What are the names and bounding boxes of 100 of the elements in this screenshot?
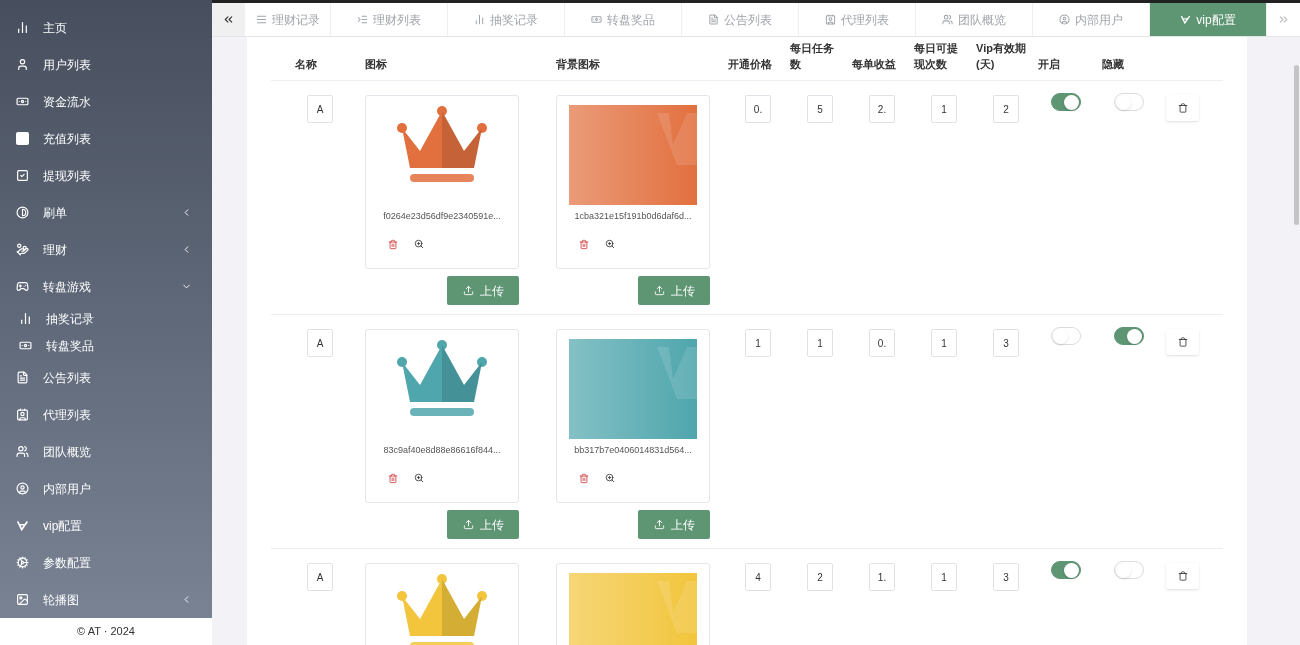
delete-button[interactable] xyxy=(1166,329,1199,355)
zoom-in-icon[interactable] xyxy=(414,238,424,249)
user-circle-icon xyxy=(16,482,29,495)
tab[interactable]: vip配置 xyxy=(1150,3,1267,36)
user-circle-icon xyxy=(1059,14,1070,25)
zoom-in-icon[interactable] xyxy=(605,238,615,249)
scroll-left-button[interactable] xyxy=(212,3,245,36)
bars-icon xyxy=(474,14,485,25)
sidebar-item[interactable]: 提现列表 xyxy=(0,157,212,194)
delete-button[interactable] xyxy=(1166,563,1199,589)
sidebar-item[interactable]: 主页 xyxy=(0,9,212,46)
input-field[interactable]: 0. xyxy=(745,95,771,123)
delete-icon[interactable] xyxy=(388,238,398,250)
input-field[interactable]: A xyxy=(307,563,333,591)
sidebar-item[interactable]: 转盘游戏 xyxy=(0,268,212,305)
column-header: Vip有效期(天) xyxy=(976,41,1026,72)
sidebar-item[interactable]: 抽奖记录 xyxy=(0,305,212,332)
upload-icon xyxy=(653,285,665,296)
upload-button[interactable]: 上传 xyxy=(447,510,519,539)
delete-icon[interactable] xyxy=(579,238,589,250)
banknote-icon xyxy=(19,339,32,352)
sidebar-item[interactable]: vip配置 xyxy=(0,507,212,544)
toggle-switch[interactable] xyxy=(1114,327,1144,345)
input-field[interactable]: 1 xyxy=(807,329,833,357)
user-icon xyxy=(16,58,29,71)
half-circle-icon xyxy=(16,206,29,219)
trash-icon xyxy=(1177,103,1188,113)
column-header: 背景图标 xyxy=(556,57,601,72)
sidebar-item[interactable]: 转盘奖品 xyxy=(0,332,212,359)
column-header: 图标 xyxy=(365,57,388,72)
contact-card-icon xyxy=(16,408,29,421)
input-field[interactable]: 1 xyxy=(931,563,957,591)
input-field[interactable]: 5 xyxy=(807,95,833,123)
toggle-switch[interactable] xyxy=(1051,561,1081,579)
v-icon xyxy=(1180,14,1192,25)
sidebar-item[interactable]: 刷单 xyxy=(0,194,212,231)
users-icon xyxy=(942,14,953,25)
delete-icon[interactable] xyxy=(388,472,398,484)
input-field[interactable]: 3 xyxy=(993,329,1019,357)
list-icon xyxy=(255,14,267,25)
delete-icon[interactable] xyxy=(579,472,589,484)
zoom-in-icon[interactable] xyxy=(605,472,615,483)
file-name: 1cba321e15f191b0d6daf6d... xyxy=(574,210,692,223)
file-name: 83c9af40e8d88e86616f844... xyxy=(383,444,501,457)
scrollbar-thumb[interactable] xyxy=(1293,65,1299,225)
input-field[interactable]: 2. xyxy=(869,95,895,123)
banknote-icon xyxy=(16,95,29,108)
sidebar-item[interactable]: 资金流水 xyxy=(0,83,212,120)
column-header: 每日任务数 xyxy=(790,41,835,72)
upload-button[interactable]: 上传 xyxy=(638,276,710,305)
toggle-switch[interactable] xyxy=(1051,93,1081,111)
v-icon xyxy=(16,519,29,532)
bar-chart-icon xyxy=(16,21,29,34)
copyright-text: © AT · 2024 xyxy=(77,624,135,640)
coins-icon xyxy=(16,243,29,256)
upload-icon xyxy=(653,519,665,530)
input-field[interactable]: 1 xyxy=(745,329,771,357)
document-icon xyxy=(16,371,29,384)
sidebar-item[interactable]: 参数配置 xyxy=(0,544,212,581)
input-field[interactable]: 1 xyxy=(931,329,957,357)
file-name: bb317b7e0406014831d564... xyxy=(574,444,692,457)
sidebar-item[interactable]: 团队概览 xyxy=(0,433,212,470)
sidebar-item[interactable]: 用户列表 xyxy=(0,46,212,83)
column-header: 开启 xyxy=(1038,57,1061,72)
contact-card-icon xyxy=(825,14,836,25)
input-field[interactable]: 4 xyxy=(745,563,771,591)
input-field[interactable]: A xyxy=(307,95,333,123)
zoom-in-icon[interactable] xyxy=(414,472,424,483)
gamepad-icon xyxy=(16,280,29,293)
banknote-icon xyxy=(591,14,602,25)
delete-button[interactable] xyxy=(1166,95,1199,121)
sidebar-item[interactable]: 代理列表 xyxy=(0,396,212,433)
input-field[interactable]: 2 xyxy=(993,95,1019,123)
sidebar-item[interactable]: 内部用户 xyxy=(0,470,212,507)
upload-button[interactable]: 上传 xyxy=(447,276,519,305)
column-header: 每单收益 xyxy=(852,57,897,72)
trash-icon xyxy=(1177,337,1188,347)
column-header: 隐藏 xyxy=(1102,57,1125,72)
sidebar-item[interactable]: 轮播图 xyxy=(0,581,212,618)
input-field[interactable]: 1 xyxy=(931,95,957,123)
users-icon xyxy=(16,445,29,458)
input-field[interactable]: 0. xyxy=(869,329,895,357)
trash-icon xyxy=(1177,571,1188,581)
column-header: 每日可提现次数 xyxy=(914,41,959,72)
column-header: 名称 xyxy=(295,57,318,72)
upload-button[interactable]: 上传 xyxy=(638,510,710,539)
checkbox-icon xyxy=(16,169,29,182)
sidebar-item[interactable]: 充值列表 xyxy=(0,120,212,157)
input-field[interactable]: 1. xyxy=(869,563,895,591)
input-field[interactable]: 3 xyxy=(993,563,1019,591)
upload-icon xyxy=(462,519,474,530)
upload-icon xyxy=(462,285,474,296)
image-icon xyxy=(16,593,29,606)
sidebar-item[interactable]: 理财 xyxy=(0,231,212,268)
double-chevron-left-icon xyxy=(222,13,235,26)
indent-icon xyxy=(357,14,368,25)
input-field[interactable]: A xyxy=(307,329,333,357)
sidebar-item[interactable]: 公告列表 xyxy=(0,359,212,396)
file-name: f0264e23d56df9e2340591e... xyxy=(383,210,501,223)
input-field[interactable]: 2 xyxy=(807,563,833,591)
